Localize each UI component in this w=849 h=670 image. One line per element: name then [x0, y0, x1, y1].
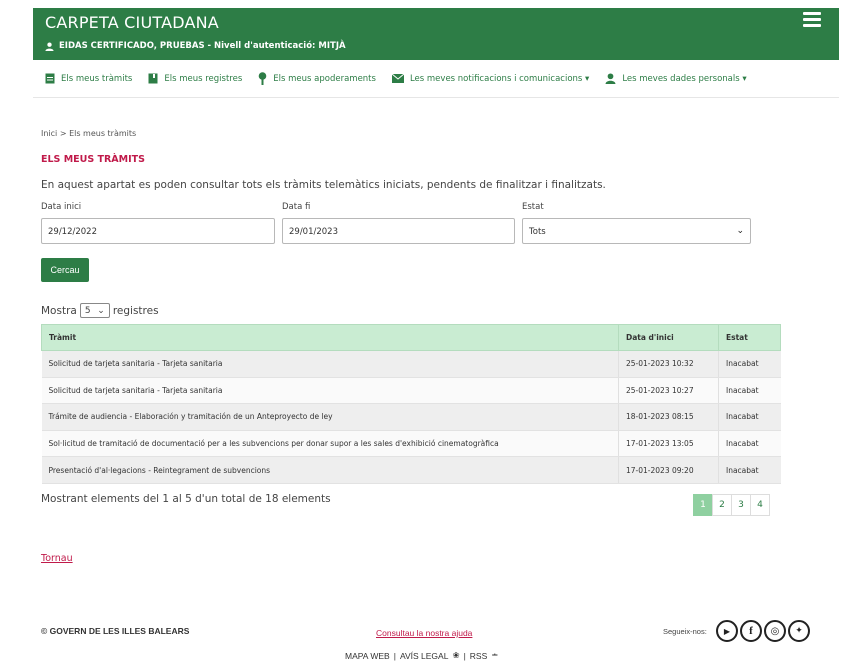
table-summary: Mostrant elements del 1 al 5 d'un total … — [41, 493, 331, 505]
chevron-down-icon: ⌄ — [736, 226, 744, 236]
column-header-state[interactable]: Estat — [718, 324, 781, 351]
app-title: CARPETA CIUTADANA — [45, 13, 219, 32]
follow-label: Segueix-nos: — [663, 627, 707, 636]
cell-state: Inacabat — [718, 377, 781, 405]
column-header-date[interactable]: Data d'inici — [618, 324, 719, 351]
twitter-icon[interactable]: ✦ — [788, 620, 810, 642]
end-date-input[interactable]: 29/01/2023 — [282, 218, 515, 244]
app-header: CARPETA CIUTADANA EIDAS CERTIFICADO, PRU… — [33, 8, 839, 60]
nav-label: Les meves notificacions i comunicacions … — [409, 73, 590, 84]
user-line: EIDAS CERTIFICADO, PRUEBAS - Nivell d'au… — [59, 41, 346, 51]
cell-tramit[interactable]: Sol·licitud de tramitació de documentaci… — [41, 430, 619, 458]
separator: | — [393, 650, 396, 661]
social-links: ▶ f ◎ ✦ — [716, 620, 810, 642]
instagram-icon[interactable]: ◎ — [764, 620, 786, 642]
chevron-down-icon: ⌄ — [97, 305, 105, 316]
column-header-tramit[interactable]: Tràmit — [41, 324, 619, 351]
nav-label: Els meus registres — [164, 73, 243, 84]
breadcrumb[interactable]: Inici > Els meus tràmits — [41, 129, 136, 138]
nav-item-dades-personals[interactable]: Les meves dades personals ▾ — [605, 73, 747, 84]
nav-item-tramits[interactable]: Els meus tràmits — [45, 73, 132, 84]
separator: | — [463, 650, 466, 661]
document-icon — [45, 73, 55, 84]
nav-item-notificacions[interactable]: Les meves notificacions i comunicacions … — [391, 73, 590, 84]
cell-date: 25-01-2023 10:32 — [618, 350, 719, 378]
pagination: 1 2 3 4 — [693, 494, 770, 516]
nav-item-apoderaments[interactable]: Els meus apoderaments — [258, 72, 376, 85]
cell-tramit[interactable]: Trámite de audiencia - Elaboración y tra… — [41, 403, 619, 431]
state-label: Estat — [522, 202, 544, 212]
cell-state: Inacabat — [718, 350, 781, 378]
envelope-icon — [391, 74, 404, 83]
state-select-value: Tots — [529, 227, 546, 237]
footer-help-link[interactable]: Consultau la nostra ajuda — [376, 628, 472, 638]
cell-date: 17-01-2023 09:20 — [618, 456, 719, 484]
globe-icon: ❀ — [452, 650, 460, 660]
show-suffix: registres — [112, 304, 159, 317]
page-button-1[interactable]: 1 — [693, 494, 713, 516]
intro-text: En aquest apartat es poden consultar tot… — [41, 179, 606, 191]
cell-tramit[interactable]: Solicitud de tarjeta sanitaria - Tarjeta… — [41, 350, 619, 378]
hamburger-menu-icon[interactable] — [803, 12, 821, 28]
end-date-label: Data fi — [282, 202, 311, 212]
start-date-label: Data inici — [41, 202, 82, 212]
main-nav: Els meus tràmits Els meus registres Els … — [33, 60, 839, 98]
cell-state: Inacabat — [718, 430, 781, 458]
start-date-input[interactable]: 29/12/2022 — [41, 218, 275, 244]
cell-state: Inacabat — [718, 456, 781, 484]
user-icon — [605, 73, 616, 84]
page-size-value: 5 — [84, 305, 91, 316]
tramits-table: Tràmit Data d'inici Estat Solicitud de t… — [41, 324, 781, 484]
table-row[interactable]: Presentació d'al·legacions - Reintegrame… — [41, 456, 781, 484]
page-size-control: Mostra 5 ⌄ registres — [41, 303, 159, 318]
youtube-icon[interactable]: ▶ — [716, 620, 738, 642]
table-row[interactable]: Solicitud de tarjeta sanitaria - Tarjeta… — [41, 350, 781, 378]
back-link[interactable]: Tornau — [41, 553, 73, 564]
user-icon — [45, 42, 54, 51]
page-title: ELS MEUS TRÀMITS — [41, 154, 145, 165]
page-size-select[interactable]: 5 ⌄ — [79, 303, 110, 318]
nav-label: Els meus apoderaments — [273, 73, 376, 84]
state-select[interactable]: Tots ⌄ — [522, 218, 751, 244]
show-prefix: Mostra — [41, 304, 77, 317]
table-row[interactable]: Solicitud de tarjeta sanitaria - Tarjeta… — [41, 377, 781, 405]
cell-date: 18-01-2023 08:15 — [618, 403, 719, 431]
footer-copyright: © GOVERN DE LES ILLES BALEARS — [41, 626, 190, 636]
pin-icon — [258, 72, 267, 85]
table-row[interactable]: Sol·licitud de tramitació de documentaci… — [41, 430, 781, 458]
book-icon — [148, 73, 158, 84]
page-button-2[interactable]: 2 — [712, 494, 732, 516]
page-button-3[interactable]: 3 — [731, 494, 751, 516]
rss-icon: ∸ — [491, 650, 499, 660]
cell-tramit[interactable]: Solicitud de tarjeta sanitaria - Tarjeta… — [41, 377, 619, 405]
table-row[interactable]: Trámite de audiencia - Elaboración y tra… — [41, 403, 781, 431]
facebook-icon[interactable]: f — [740, 620, 762, 642]
nav-label: Els meus tràmits — [61, 73, 133, 84]
sitemap-link[interactable]: MAPA WEB — [345, 651, 390, 661]
page-button-4[interactable]: 4 — [750, 494, 770, 516]
nav-label: Les meves dades personals ▾ — [622, 73, 747, 84]
cell-date: 17-01-2023 13:05 — [618, 430, 719, 458]
rss-link[interactable]: RSS — [470, 651, 487, 661]
table-header-row: Tràmit Data d'inici Estat — [41, 324, 781, 351]
cell-state: Inacabat — [718, 403, 781, 431]
footer-links: MAPA WEB | AVÍS LEGAL ❀ | RSS ∸ — [345, 650, 498, 661]
search-button[interactable]: Cercau — [41, 258, 89, 282]
cell-date: 25-01-2023 10:27 — [618, 377, 719, 405]
nav-item-registres[interactable]: Els meus registres — [148, 73, 242, 84]
user-info: EIDAS CERTIFICADO, PRUEBAS - Nivell d'au… — [45, 41, 346, 51]
legal-link[interactable]: AVÍS LEGAL — [400, 651, 449, 661]
cell-tramit[interactable]: Presentació d'al·legacions - Reintegrame… — [41, 456, 619, 484]
